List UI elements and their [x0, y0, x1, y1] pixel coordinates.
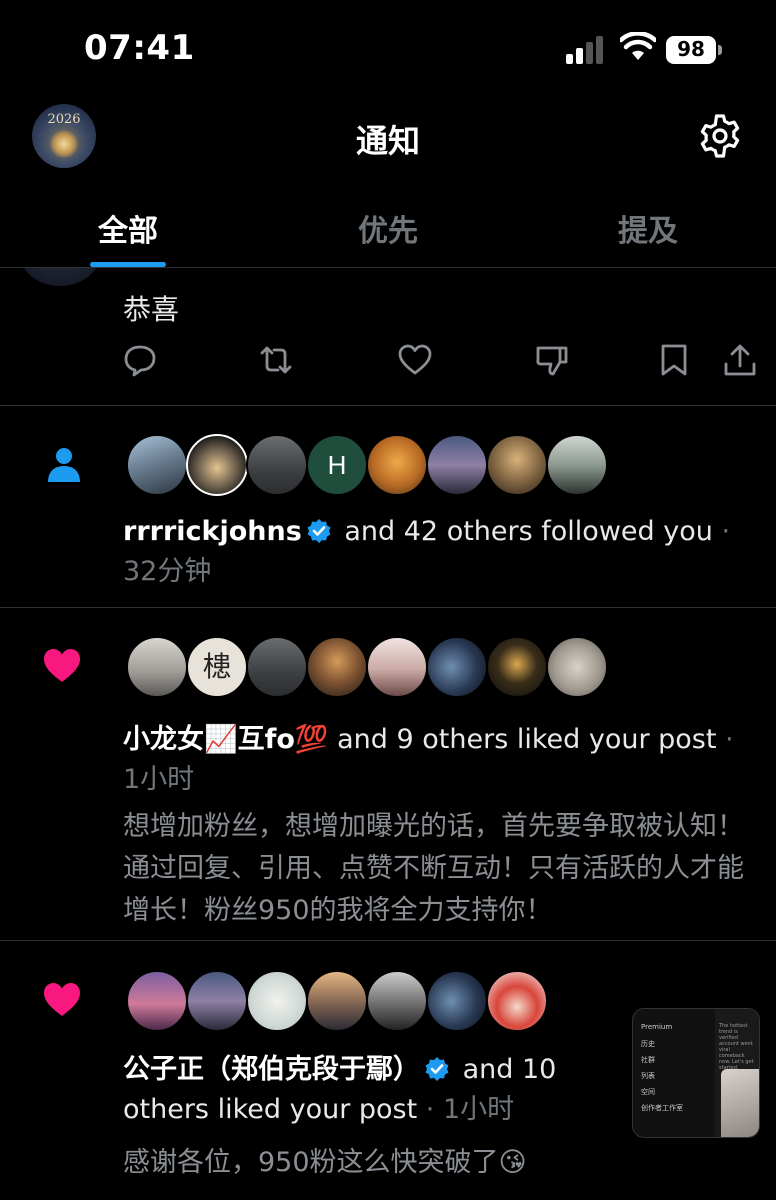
battery-indicator: 98: [666, 36, 722, 64]
liker-avatars: 槵: [126, 636, 746, 698]
pip-video-thumbnail[interactable]: Premium 历史 社群 列表 空间 创作者工作室 The hottest t…: [632, 1008, 760, 1138]
avatar[interactable]: [366, 434, 428, 496]
reply-icon[interactable]: [122, 342, 158, 378]
signal-icon: [566, 36, 603, 64]
pip-body-text: The hottest trend is verified account we…: [719, 1023, 754, 1071]
pip-menu-item: 空间: [641, 1088, 655, 1096]
follow-person-icon: [48, 448, 80, 482]
heart-filled-icon: [44, 983, 80, 1016]
avatar[interactable]: [246, 970, 308, 1032]
repost-icon[interactable]: [258, 342, 294, 378]
verified-badge-icon: [425, 1057, 449, 1081]
avatar[interactable]: 槵: [186, 636, 248, 698]
battery-level: 98: [677, 37, 705, 61]
pip-menu-item: 历史: [641, 1040, 655, 1048]
tab-all[interactable]: 全部: [48, 206, 208, 250]
avatar[interactable]: [186, 434, 248, 496]
avatar[interactable]: [186, 970, 248, 1032]
share-icon[interactable]: [722, 342, 758, 378]
avatar[interactable]: [426, 636, 488, 698]
avatar[interactable]: [126, 434, 188, 496]
avatar[interactable]: [126, 970, 188, 1032]
pip-menu-item: 社群: [641, 1056, 655, 1064]
like-notification-text[interactable]: 小龙女📈互fo💯 and 9 others liked your post · …: [123, 720, 759, 800]
pip-menu-item: Premium: [641, 1023, 673, 1031]
avatar[interactable]: [486, 434, 548, 496]
avatar[interactable]: [246, 636, 308, 698]
liked-post-text[interactable]: 想增加粉丝，想增加曝光的话，首先要争取被认知！通过回复、引用、点赞不断互动！只有…: [123, 806, 759, 932]
avatar[interactable]: [426, 434, 488, 496]
avatar[interactable]: [366, 970, 428, 1032]
verified-badge-icon: [307, 519, 331, 543]
avatar[interactable]: [126, 636, 188, 698]
avatar[interactable]: [306, 970, 368, 1032]
user-name[interactable]: 小龙女📈互fo💯: [123, 724, 329, 755]
divider: [0, 607, 776, 608]
wifi-icon: [620, 32, 656, 60]
bookmark-icon[interactable]: [656, 342, 692, 378]
like-icon[interactable]: [397, 342, 433, 378]
pip-menu-item: 创作者工作室: [641, 1104, 683, 1112]
status-time: 07:41: [84, 28, 195, 68]
avatar[interactable]: [546, 636, 608, 698]
settings-gear-icon[interactable]: [696, 112, 744, 160]
tabs-divider: [0, 267, 776, 268]
avatar-letter[interactable]: H: [306, 434, 368, 496]
user-name[interactable]: rrrrickjohns: [123, 516, 302, 547]
avatar[interactable]: [366, 636, 428, 698]
liked-post-text[interactable]: 感谢各位，950粉这么快突破了😘: [123, 1142, 603, 1184]
follow-notification-text[interactable]: rrrrickjohns and 42 others followed you …: [123, 512, 759, 592]
page-title: 通知: [355, 122, 420, 160]
avatar[interactable]: [486, 970, 548, 1032]
avatar[interactable]: [486, 636, 548, 698]
tab-priority[interactable]: 优先: [308, 206, 468, 250]
like-notification-text[interactable]: 公子正（郑伯克段于鄢） and 10 others liked your pos…: [123, 1050, 613, 1130]
avatar[interactable]: [246, 434, 308, 496]
avatar[interactable]: [546, 434, 608, 496]
tab-mentions[interactable]: 提及: [568, 206, 728, 250]
divider: [0, 405, 776, 406]
dislike-icon[interactable]: [534, 342, 570, 378]
user-name[interactable]: 公子正（郑伯克段于鄢）: [123, 1054, 420, 1085]
avatar[interactable]: [426, 970, 488, 1032]
avatar[interactable]: [306, 636, 368, 698]
post-text: 恭喜: [123, 293, 180, 326]
follower-avatars: H: [126, 434, 746, 496]
pip-menu-item: 列表: [641, 1072, 655, 1080]
heart-filled-icon: [44, 649, 80, 682]
divider: [0, 940, 776, 941]
